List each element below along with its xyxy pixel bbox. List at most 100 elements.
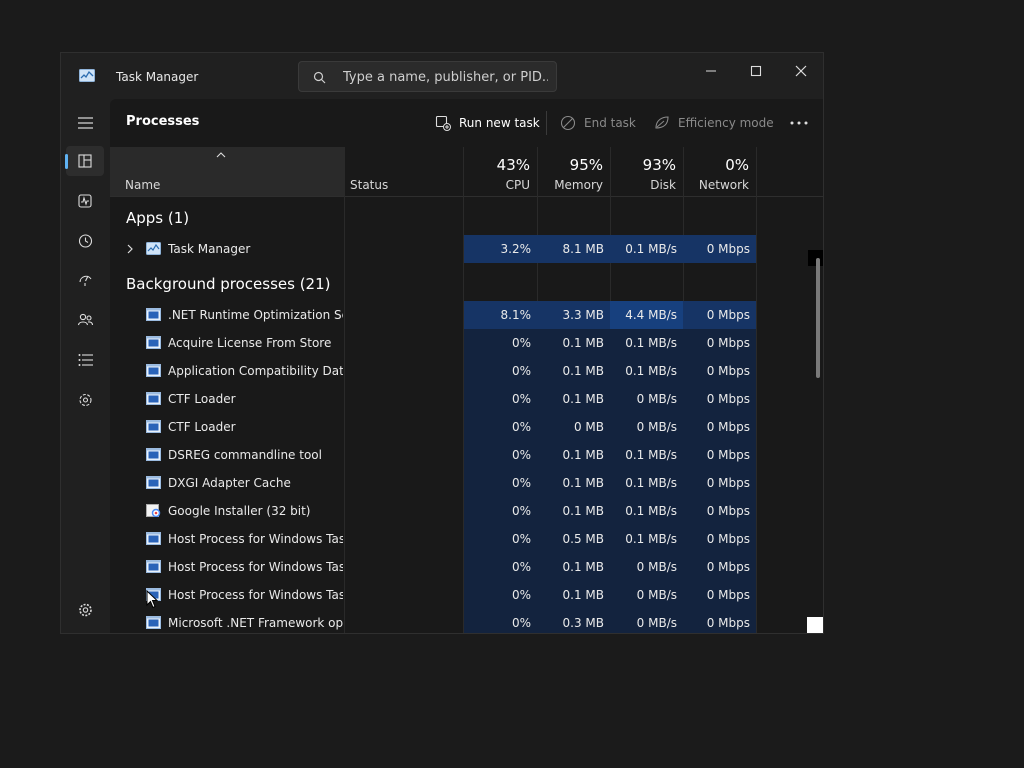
users-icon [78, 313, 93, 326]
title-bar: Task Manager [61, 53, 823, 99]
cell-network: 0 Mbps [683, 385, 756, 413]
process-window-icon [146, 336, 161, 349]
cell-disk: 0 MB/s [610, 609, 683, 633]
run-new-task-button[interactable]: Run new task [435, 112, 540, 134]
cell-memory: 0.1 MB [537, 357, 610, 385]
sidebar-item-processes[interactable] [65, 146, 104, 176]
process-name: DXGI Adapter Cache [168, 476, 291, 490]
cell-cpu: 0% [464, 497, 537, 525]
sidebar-item-services[interactable] [66, 385, 104, 415]
search-icon [313, 71, 326, 84]
table-row[interactable]: .NET Runtime Optimization Se... 8.1% 3.3 M… [110, 301, 810, 329]
process-name: CTF Loader [168, 392, 236, 406]
group-header-apps: Apps (1) [126, 209, 190, 227]
app-row[interactable]: Task Manager 3.2% 8.1 MB 0.1 MB/s 0 Mbps [110, 235, 810, 263]
cell-cpu: 3.2% [464, 235, 537, 263]
process-window-icon [146, 448, 161, 461]
cell-memory: 0.3 MB [537, 609, 610, 633]
sidebar-item-performance[interactable] [66, 186, 104, 216]
scrollbar-thumb[interactable] [816, 258, 820, 378]
more-options-icon[interactable] [788, 112, 810, 134]
cell-cpu: 0% [464, 525, 537, 553]
column-header-disk[interactable]: 93% Disk [610, 147, 683, 196]
cell-memory: 3.3 MB [537, 301, 610, 329]
process-window-icon [146, 532, 161, 545]
column-header-status[interactable]: Status [345, 147, 463, 196]
cpu-total-percent: 43% [496, 156, 530, 174]
cell-cpu: 0% [464, 357, 537, 385]
cell-memory: 0 MB [537, 413, 610, 441]
expand-chevron-icon[interactable] [126, 244, 134, 254]
table-row[interactable]: DSREG commandline tool 0% 0.1 MB 0.1 MB/s 0 … [110, 441, 810, 469]
window-title: Task Manager [116, 70, 199, 84]
process-window-icon [146, 420, 161, 433]
table-row[interactable]: Microsoft .NET Framework op... 0% 0.3 MB 0 … [110, 609, 810, 633]
column-status-label: Status [350, 178, 389, 192]
cell-cpu: 0% [464, 553, 537, 581]
disk-total-percent: 93% [642, 156, 676, 174]
sidebar-item-startup-apps[interactable] [66, 265, 104, 295]
cell-memory: 0.1 MB [537, 497, 610, 525]
column-header-name[interactable]: Name [110, 147, 344, 196]
cell-network: 0 Mbps [683, 357, 756, 385]
cell-network: 0 Mbps [683, 469, 756, 497]
table-row[interactable]: Host Process for Windows Tasks 0% 0.1 MB 0 … [110, 581, 810, 609]
process-name: Application Compatibility Dat... [168, 364, 343, 378]
toolbar: Processes Run new task End task Efficien… [110, 99, 823, 147]
cell-network: 0 Mbps [683, 441, 756, 469]
app-history-icon [78, 234, 93, 248]
maximize-button[interactable] [733, 57, 779, 85]
process-window-icon [146, 476, 161, 489]
search-input[interactable] [343, 68, 548, 86]
process-name: Microsoft .NET Framework op... [168, 616, 343, 630]
column-disk-label: Disk [650, 178, 676, 192]
minimize-button[interactable] [688, 57, 734, 85]
network-total-percent: 0% [725, 156, 749, 174]
process-name: .NET Runtime Optimization Se... [168, 308, 343, 322]
processes-panel: Processes Run new task End task Efficien… [110, 99, 823, 633]
table-row[interactable]: Google Installer (32 bit) 0% 0.1 MB 0.1 MB/… [110, 497, 810, 525]
end-task-button[interactable]: End task [560, 112, 636, 134]
efficiency-mode-button[interactable]: Efficiency mode [654, 112, 774, 134]
table-row[interactable]: Acquire License From Store 0% 0.1 MB 0.1 MB… [110, 329, 810, 357]
process-window-icon [146, 616, 161, 629]
sidebar-item-users[interactable] [66, 305, 104, 335]
maximize-icon [750, 65, 762, 77]
cell-memory: 0.1 MB [537, 581, 610, 609]
cell-disk: 0.1 MB/s [610, 441, 683, 469]
table-row[interactable]: Application Compatibility Dat... 0% 0.1 MB… [110, 357, 810, 385]
sort-ascending-icon [216, 152, 226, 158]
table-row[interactable]: DXGI Adapter Cache 0% 0.1 MB 0.1 MB/s 0 Mbps [110, 469, 810, 497]
cell-cpu: 0% [464, 385, 537, 413]
close-button[interactable] [778, 57, 823, 85]
cell-memory: 0.1 MB [537, 553, 610, 581]
column-header-network[interactable]: 0% Network [683, 147, 756, 196]
page-title: Processes [126, 114, 200, 129]
column-header-memory[interactable]: 95% Memory [537, 147, 610, 196]
end-task-label: End task [584, 116, 636, 130]
column-network-label: Network [698, 178, 749, 192]
column-header-cpu[interactable]: 43% CPU [464, 147, 537, 196]
cell-network: 0 Mbps [683, 235, 756, 263]
cell-disk: 0 MB/s [610, 581, 683, 609]
table-row[interactable]: Host Process for Windows Tasks 0% 0.5 MB 0.… [110, 525, 810, 553]
toolbar-separator [546, 111, 547, 135]
table-row[interactable]: CTF Loader 0% 0 MB 0 MB/s 0 Mbps [110, 413, 810, 441]
cell-memory: 0.1 MB [537, 469, 610, 497]
cell-cpu: 8.1% [464, 301, 537, 329]
column-memory-label: Memory [554, 178, 603, 192]
search-box[interactable] [298, 61, 557, 92]
process-name: Google Installer (32 bit) [168, 504, 311, 518]
sidebar-item-app-history[interactable] [66, 226, 104, 256]
hamburger-menu-button[interactable] [66, 108, 104, 138]
sidebar-item-details[interactable] [66, 345, 104, 375]
cell-network: 0 Mbps [683, 329, 756, 357]
settings-button[interactable] [66, 595, 104, 625]
memory-total-percent: 95% [569, 156, 603, 174]
cell-network: 0 Mbps [683, 581, 756, 609]
cell-memory: 0.5 MB [537, 525, 610, 553]
cell-disk: 0.1 MB/s [610, 357, 683, 385]
table-row[interactable]: Host Process for Windows Tasks 0% 0.1 MB 0 … [110, 553, 810, 581]
table-row[interactable]: CTF Loader 0% 0.1 MB 0 MB/s 0 Mbps [110, 385, 810, 413]
minimize-icon [706, 70, 716, 72]
